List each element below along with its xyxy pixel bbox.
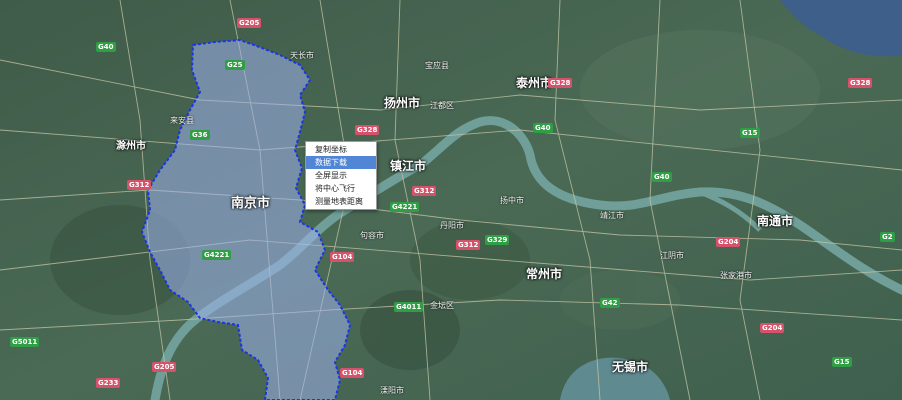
town-label: 天长市 <box>290 51 314 60</box>
road-shield: G312 <box>127 180 152 190</box>
road-shield: G2 <box>880 232 895 242</box>
menu-item-data-download[interactable]: 数据下载 <box>306 156 376 169</box>
city-label-zhenjiang: 镇江市 <box>390 159 427 173</box>
road-shield: G233 <box>96 378 121 388</box>
road-shield: G42 <box>600 298 620 308</box>
city-label-nantong: 南通市 <box>757 214 794 228</box>
town-label: 江阴市 <box>660 251 684 260</box>
road-shield: G15 <box>832 357 852 367</box>
road-shield: G204 <box>760 323 785 333</box>
road-shield: G205 <box>152 362 177 372</box>
road-shield: G205 <box>237 18 262 28</box>
road-shield: G4011 <box>394 302 424 312</box>
town-label: 句容市 <box>360 231 384 240</box>
road-shield: G40 <box>533 123 553 133</box>
road-shield: G204 <box>716 237 741 247</box>
town-label: 张家港市 <box>720 271 752 280</box>
road-shield: G40 <box>96 42 116 52</box>
road-shield: G328 <box>848 78 873 88</box>
road-shield: G328 <box>355 125 380 135</box>
city-label-yangzhou: 扬州市 <box>384 96 421 110</box>
town-label: 来安县 <box>170 116 194 125</box>
road-shield: G25 <box>225 60 245 70</box>
road-shield: G329 <box>485 235 510 245</box>
menu-item-copy-coordinates[interactable]: 复制坐标 <box>306 143 376 156</box>
satellite-map[interactable] <box>0 0 902 400</box>
road-shield: G4221 <box>390 202 420 212</box>
town-label: 扬中市 <box>500 196 524 205</box>
town-label: 江都区 <box>430 101 454 110</box>
menu-item-fly-to-center[interactable]: 将中心飞行 <box>306 182 376 195</box>
road-shield: G104 <box>330 252 355 262</box>
city-label-changzhou: 常州市 <box>526 267 563 281</box>
road-shield: G104 <box>340 368 365 378</box>
town-label: 溧阳市 <box>380 386 404 395</box>
road-shield: G36 <box>190 130 210 140</box>
menu-item-fullscreen[interactable]: 全屏显示 <box>306 169 376 182</box>
town-label: 靖江市 <box>600 211 624 220</box>
road-shield: G312 <box>456 240 481 250</box>
town-label: 丹阳市 <box>440 221 464 230</box>
town-label: 金坛区 <box>430 301 454 310</box>
menu-item-measure-distance[interactable]: 测量地表距离 <box>306 195 376 208</box>
city-label-wuxi: 无锡市 <box>612 360 649 374</box>
city-label-chuzhou: 滁州市 <box>116 141 146 152</box>
road-shield: G5011 <box>10 337 40 347</box>
context-menu: 复制坐标 数据下载 全屏显示 将中心飞行 测量地表距离 <box>305 141 377 210</box>
road-shield: G4221 <box>202 250 232 260</box>
city-label-taizhou: 泰州市 <box>516 76 553 90</box>
city-label-nanjing: 南京市 <box>231 196 271 211</box>
road-shield: G328 <box>548 78 573 88</box>
road-shield: G312 <box>412 186 437 196</box>
road-shield: G40 <box>652 172 672 182</box>
road-shield: G15 <box>740 128 760 138</box>
town-label: 宝应县 <box>425 61 449 70</box>
